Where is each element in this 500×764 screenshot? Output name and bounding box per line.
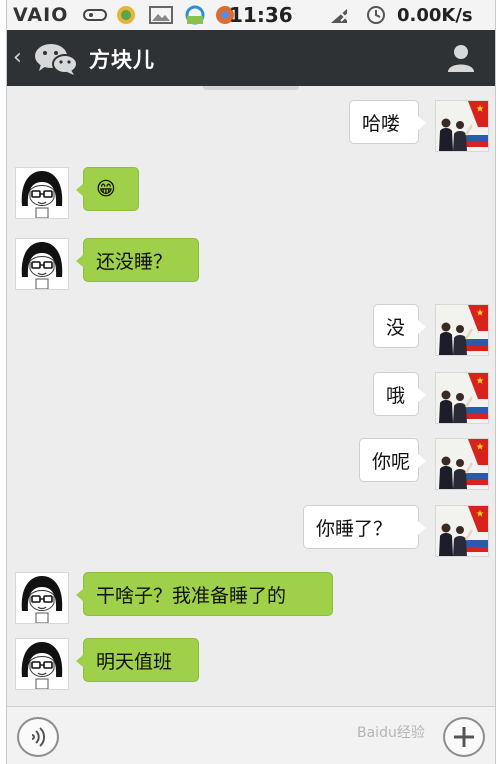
phone-screen: VAIO 11:36 0.00K/s ‹ 方块儿 哈喽 😁 还没睡？ 没 哦 你…	[6, 0, 496, 764]
signal-off-icon	[329, 4, 351, 26]
message-row: 哦	[7, 372, 495, 424]
message-bubble[interactable]: 明天值班	[76, 638, 199, 682]
contact-avatar[interactable]	[15, 167, 69, 219]
message-bubble[interactable]: 干啥子？我准备睡了的	[76, 572, 333, 616]
message-row: 干啥子？我准备睡了的	[7, 572, 495, 624]
my-avatar[interactable]	[435, 304, 489, 356]
person-icon[interactable]	[445, 42, 477, 74]
message-row: 明天值班	[7, 638, 495, 690]
my-avatar[interactable]	[435, 100, 489, 152]
gallery-icon	[149, 4, 173, 26]
message-bubble[interactable]: 😁	[76, 167, 139, 211]
message-bubble[interactable]: 哦	[373, 372, 426, 416]
clock-time: 11:36	[229, 3, 293, 27]
message-row: 没	[7, 304, 495, 356]
app-notification-icon	[115, 4, 137, 26]
message-bubble[interactable]: 你呢	[359, 438, 426, 482]
alarm-icon	[365, 4, 387, 26]
brand-logo: VAIO	[13, 4, 69, 26]
chevron-left-icon[interactable]: ‹	[13, 45, 22, 70]
message-bubble[interactable]: 没	[373, 304, 426, 348]
chat-header: ‹ 方块儿	[7, 30, 495, 86]
message-bubble[interactable]: 还没睡？	[76, 238, 199, 282]
plus-icon[interactable]	[443, 717, 485, 757]
watermark: Baidu经验	[357, 725, 425, 741]
my-avatar[interactable]	[435, 505, 489, 557]
my-avatar[interactable]	[435, 372, 489, 424]
message-bubble[interactable]: 哈喽	[349, 100, 426, 144]
message-row: 😁	[7, 167, 495, 219]
sync-icon	[183, 4, 207, 26]
wechat-logo-icon	[35, 44, 78, 75]
message-row: 你呢	[7, 438, 495, 490]
message-row: 你睡了？	[7, 505, 495, 557]
usb-icon	[83, 4, 109, 26]
message-row: 哈喽	[7, 100, 495, 152]
network-speed: 0.00K/s	[397, 4, 473, 26]
contact-avatar[interactable]	[15, 638, 69, 690]
status-bar: VAIO 11:36 0.00K/s	[7, 0, 495, 30]
contact-avatar[interactable]	[15, 238, 69, 290]
contact-avatar[interactable]	[15, 572, 69, 624]
my-avatar[interactable]	[435, 438, 489, 490]
voice-icon[interactable]	[17, 717, 59, 757]
message-row: 还没睡？	[7, 238, 495, 290]
chat-title: 方块儿	[89, 48, 155, 72]
message-bubble[interactable]: 你睡了？	[303, 505, 426, 549]
header-tab-shadow	[203, 86, 299, 90]
